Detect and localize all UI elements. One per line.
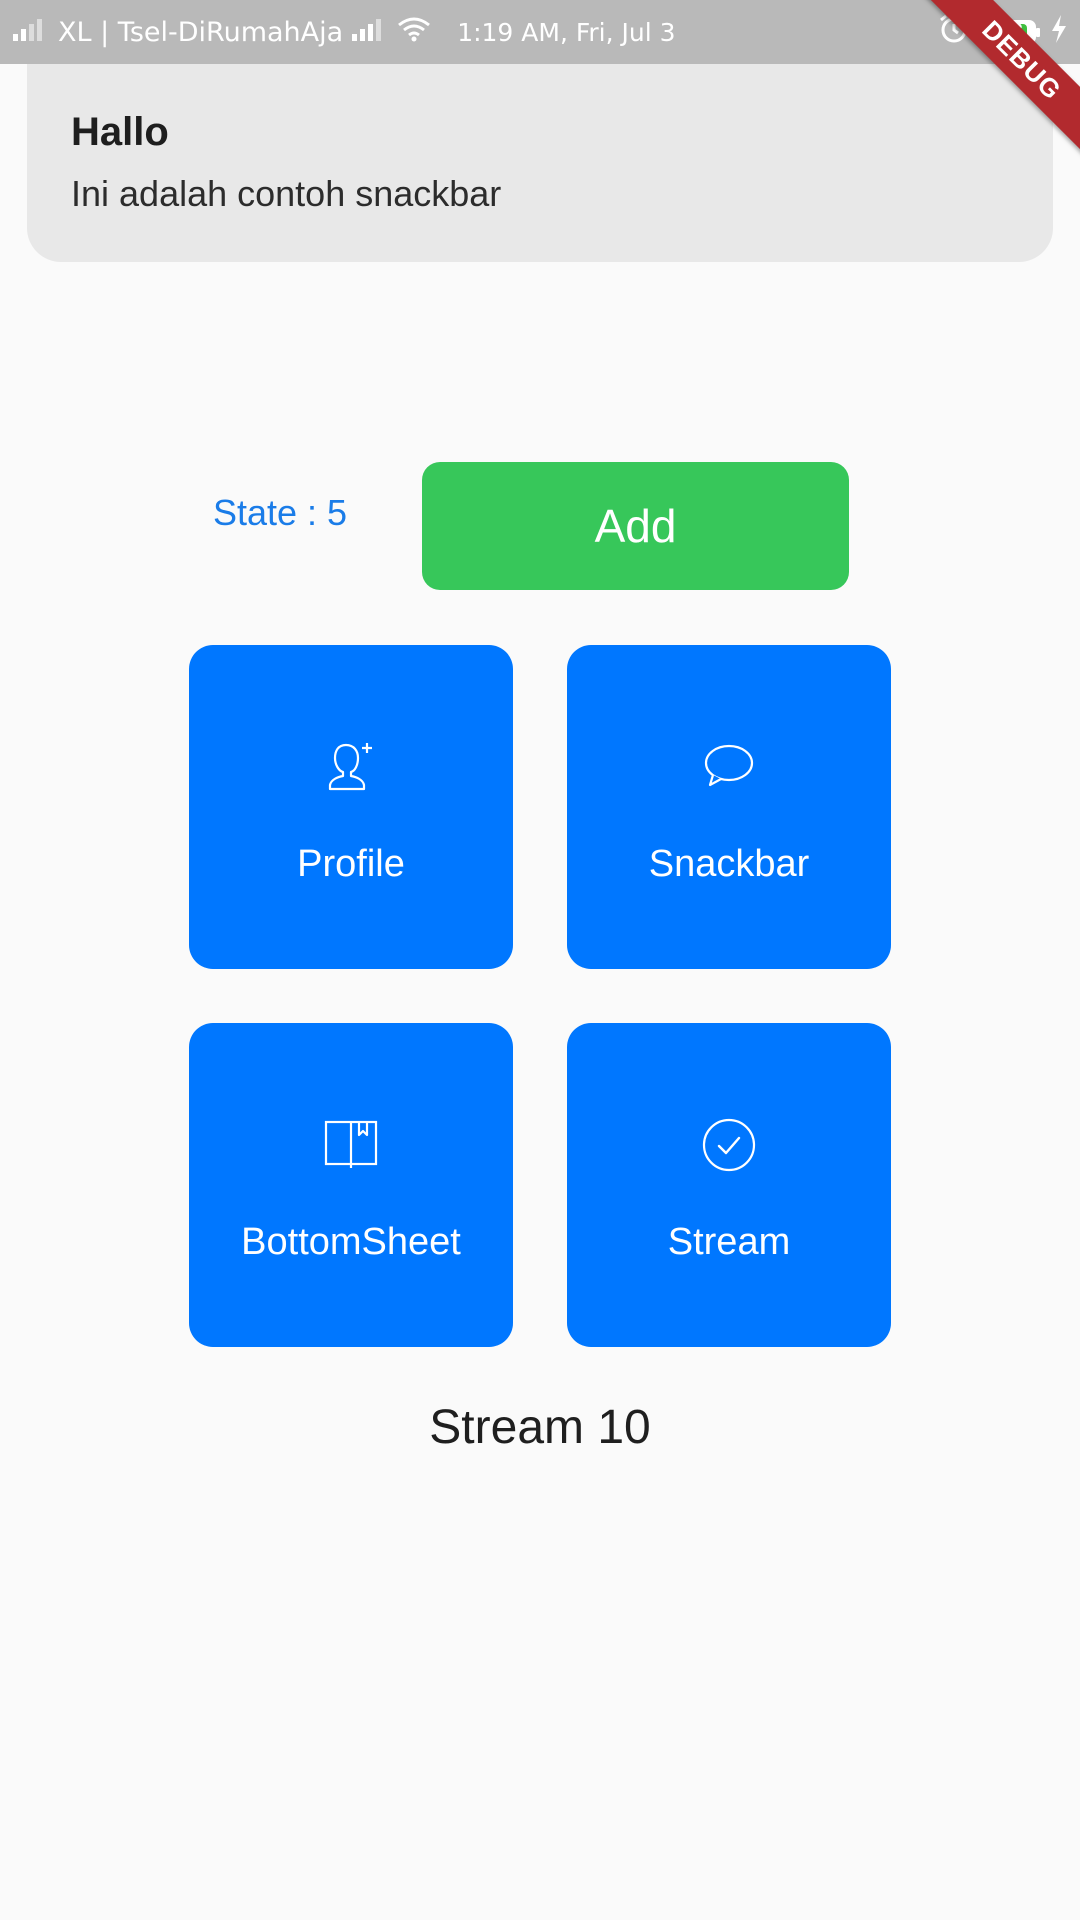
stream-value-text: Stream 10 bbox=[429, 1401, 651, 1454]
snackbar-title: Hallo bbox=[71, 110, 169, 154]
charging-icon bbox=[1050, 14, 1068, 51]
profile-tile[interactable]: Profile bbox=[189, 645, 513, 969]
snackbar: Hallo Ini adalah contoh snackbar bbox=[27, 64, 1053, 262]
snackbar-message: Ini adalah contoh snackbar bbox=[71, 173, 502, 214]
profile-tile-label: Profile bbox=[297, 843, 405, 885]
wifi-icon bbox=[397, 16, 431, 49]
state-counter-label: State : 5 bbox=[212, 492, 348, 533]
snackbar-tile[interactable]: Snackbar bbox=[567, 645, 891, 969]
stream-tile[interactable]: Stream bbox=[567, 1023, 891, 1347]
check-circle-icon bbox=[567, 1117, 891, 1173]
status-left: XL | Tsel-DiRumahAja 1:19 AM, Fri, Jul 3 bbox=[12, 0, 676, 64]
person-add-icon bbox=[189, 739, 513, 795]
carrier-name: XL | Tsel-DiRumahAja bbox=[58, 16, 344, 48]
signal-icon bbox=[12, 16, 50, 49]
bottomsheet-tile-label: BottomSheet bbox=[241, 1221, 461, 1263]
bottomsheet-tile[interactable]: BottomSheet bbox=[189, 1023, 513, 1347]
snackbar-tile-label: Snackbar bbox=[648, 843, 810, 885]
book-icon bbox=[189, 1117, 513, 1173]
status-time: 1:19 AM, Fri, Jul 3 bbox=[457, 17, 676, 47]
stream-tile-label: Stream bbox=[667, 1221, 791, 1263]
signal-icon bbox=[351, 16, 389, 49]
add-button[interactable]: Add bbox=[422, 462, 849, 590]
chat-bubble-icon bbox=[567, 739, 891, 795]
status-bar: XL | Tsel-DiRumahAja 1:19 AM, Fri, Jul 3 bbox=[0, 0, 1080, 64]
